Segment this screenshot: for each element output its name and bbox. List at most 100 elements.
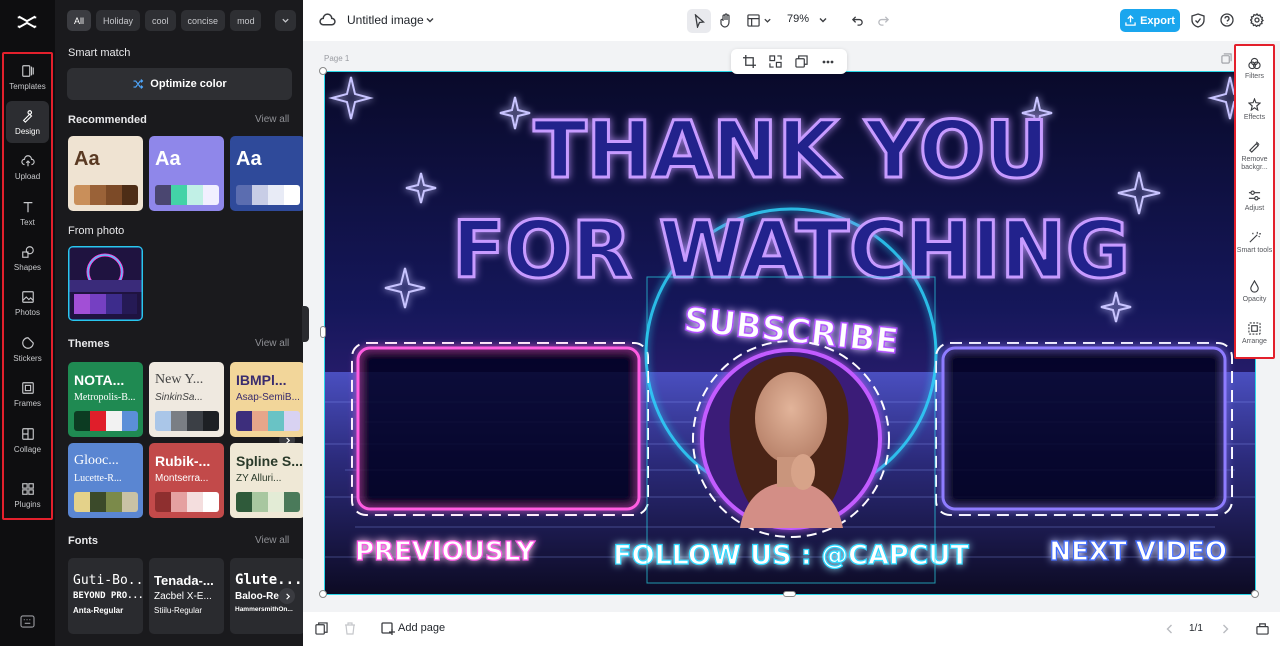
- title-line-2: FOR WATCHING: [452, 206, 1130, 296]
- resize-handle[interactable]: [319, 590, 327, 598]
- resize-handle[interactable]: [320, 326, 326, 338]
- rail-item-plugins[interactable]: Plugins: [6, 474, 49, 516]
- chip-holiday[interactable]: Holiday: [96, 10, 141, 31]
- pointer-icon[interactable]: [693, 14, 706, 28]
- color-swatch: [236, 185, 252, 205]
- opacity-icon: [1250, 280, 1259, 293]
- chip-mod[interactable]: mod: [230, 10, 262, 31]
- theme-card[interactable]: Rubik-... Montserra...: [149, 443, 224, 518]
- upload-icon: [20, 154, 35, 166]
- recommended-view-all[interactable]: View all: [255, 114, 289, 125]
- from-photo-card[interactable]: [68, 246, 143, 321]
- color-swatch: [171, 492, 187, 512]
- color-swatches: [236, 185, 300, 205]
- rail-item-design[interactable]: Design: [6, 101, 49, 143]
- panel-collapse-handle[interactable]: [302, 306, 309, 342]
- tool-remove-background[interactable]: Remove backgr...: [1236, 140, 1273, 180]
- document-title[interactable]: Untitled image: [347, 13, 424, 27]
- next-page-icon[interactable]: [1221, 624, 1230, 634]
- settings-icon[interactable]: [1250, 13, 1264, 27]
- rail-item-templates[interactable]: Templates: [6, 56, 49, 98]
- rail-item-stickers[interactable]: Stickers: [6, 328, 49, 370]
- resize-handle[interactable]: [783, 591, 796, 597]
- theme-card[interactable]: NOTA... Metropolis-B...: [68, 362, 143, 437]
- chip-concise[interactable]: concise: [180, 10, 226, 31]
- chip-cool[interactable]: cool: [145, 10, 176, 31]
- font-card[interactable]: Tenada-... Zacbel X-E... Stiilu-Regular: [149, 558, 224, 634]
- font-card-line1: Guti-Bo...: [73, 573, 143, 588]
- thank-you-artwork: THANK YOU FOR WATCHING SUBSCRIBE PREVIOU…: [325, 72, 1255, 594]
- help-icon[interactable]: [1220, 13, 1234, 27]
- color-swatch: [106, 492, 122, 512]
- rail-item-frames[interactable]: Frames: [6, 373, 49, 415]
- rail-label-text: Text: [20, 217, 35, 227]
- theme-card[interactable]: Spline S... ZY Alluri...: [230, 443, 303, 518]
- replace-icon[interactable]: [769, 55, 782, 68]
- page-manager-icon[interactable]: [1256, 622, 1269, 635]
- font-card-line1: Tenada-...: [154, 573, 214, 588]
- undo-icon[interactable]: [851, 14, 864, 27]
- rail-label-design: Design: [15, 126, 40, 136]
- keyboard-shortcuts-icon[interactable]: [20, 615, 35, 628]
- export-button[interactable]: Export: [1120, 9, 1180, 32]
- color-swatches: [155, 185, 219, 205]
- tool-filters[interactable]: Filters: [1236, 57, 1273, 97]
- fonts-view-all[interactable]: View all: [255, 535, 289, 546]
- more-icon[interactable]: [822, 60, 834, 64]
- redo-icon[interactable]: [877, 14, 890, 27]
- shield-icon[interactable]: [1191, 13, 1205, 28]
- rail-item-text[interactable]: Text: [6, 192, 49, 234]
- recommended-card-sample: Aa: [236, 148, 262, 170]
- recommended-card[interactable]: Aa: [68, 136, 143, 211]
- rail-item-shapes[interactable]: Shapes: [6, 237, 49, 279]
- zoom-level[interactable]: 79%: [787, 13, 809, 25]
- chevron-down-icon[interactable]: [425, 15, 435, 25]
- pages-icon[interactable]: [315, 622, 328, 635]
- smart-match-title: Smart match: [68, 47, 131, 59]
- chips-more-button[interactable]: [275, 10, 296, 31]
- theme-card[interactable]: New Y... SinkinSa...: [149, 362, 224, 437]
- cloud-icon[interactable]: [319, 12, 336, 29]
- recommended-card[interactable]: Aa: [230, 136, 303, 211]
- font-card-line3: Stiilu-Regular: [154, 606, 203, 615]
- crop-icon[interactable]: [743, 55, 756, 68]
- resize-handle[interactable]: [319, 67, 327, 75]
- color-swatch: [284, 185, 300, 205]
- recommended-card-sample: Aa: [155, 148, 181, 170]
- duplicate-icon[interactable]: [795, 55, 808, 68]
- prev-page-icon[interactable]: [1165, 624, 1174, 634]
- optimize-color-button[interactable]: Optimize color: [67, 68, 292, 100]
- capcut-logo-icon[interactable]: [16, 11, 38, 33]
- recommended-card[interactable]: Aa: [149, 136, 224, 211]
- add-page-icon[interactable]: [381, 622, 395, 636]
- rail-item-photos[interactable]: Photos: [6, 282, 49, 324]
- trash-icon[interactable]: [344, 622, 356, 635]
- layout-icon[interactable]: [747, 14, 760, 27]
- theme-card-heading: NOTA...: [74, 372, 125, 388]
- previously-label: PREVIOUSLY: [355, 537, 536, 567]
- hand-icon[interactable]: [719, 13, 733, 28]
- add-page-button[interactable]: Add page: [398, 622, 445, 634]
- fonts-next-button[interactable]: [279, 588, 295, 604]
- tool-adjust[interactable]: Adjust: [1236, 189, 1273, 229]
- theme-card[interactable]: IBMPl... Asap-SemiB...: [230, 362, 303, 437]
- tool-opacity[interactable]: Opacity: [1236, 280, 1273, 320]
- chevron-down-icon[interactable]: [763, 16, 772, 25]
- bottom-bar: Add page 1/1: [303, 612, 1280, 646]
- tool-smart-tools[interactable]: Smart tools: [1236, 231, 1273, 271]
- tool-arrange[interactable]: Arrange: [1236, 322, 1273, 362]
- tool-effects[interactable]: Effects: [1236, 98, 1273, 138]
- resize-handle[interactable]: [1251, 590, 1259, 598]
- themes-view-all[interactable]: View all: [255, 338, 289, 349]
- page-counter: 1/1: [1189, 623, 1203, 634]
- page-options-icon[interactable]: [1221, 53, 1232, 64]
- theme-card[interactable]: Glooc... Lucette-R...: [68, 443, 143, 518]
- rail-item-upload[interactable]: Upload: [6, 146, 49, 188]
- canvas-artwork[interactable]: THANK YOU FOR WATCHING SUBSCRIBE PREVIOU…: [324, 71, 1256, 595]
- chevron-right-icon: [285, 592, 290, 600]
- chip-all[interactable]: All: [67, 10, 92, 31]
- font-card[interactable]: Guti-Bo... BEYOND PRO... Anta-Regular: [68, 558, 143, 634]
- adjust-icon: [1248, 190, 1261, 201]
- chevron-down-icon[interactable]: [818, 15, 828, 25]
- rail-item-collage[interactable]: Collage: [6, 419, 49, 461]
